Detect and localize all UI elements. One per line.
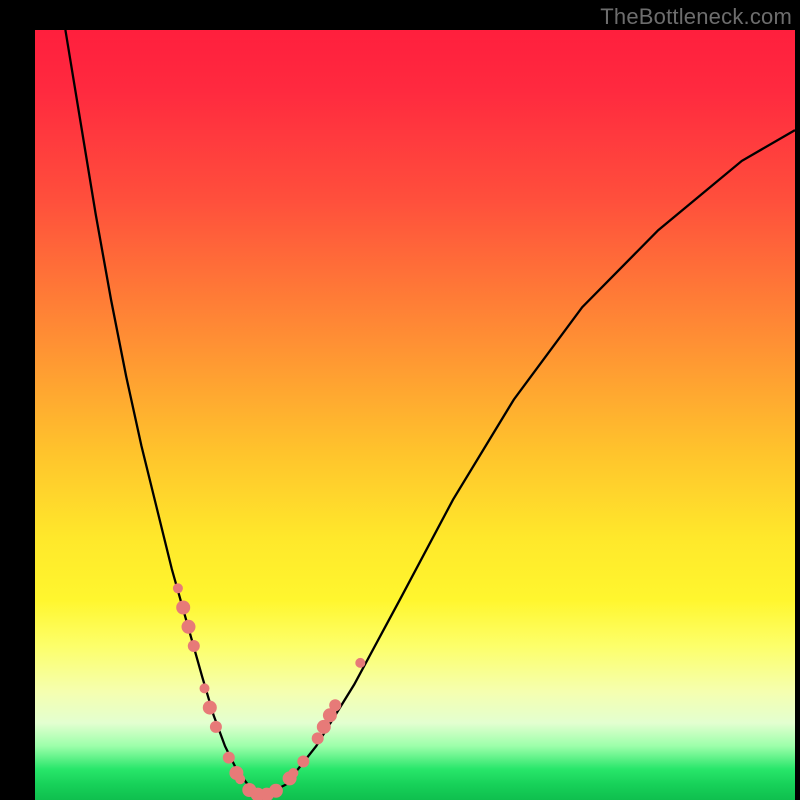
marker-dot xyxy=(288,768,298,778)
marker-dot xyxy=(203,701,217,715)
curve-svg xyxy=(35,30,795,800)
marker-dot xyxy=(269,784,283,798)
marker-dot xyxy=(235,774,245,784)
marker-dot xyxy=(223,752,235,764)
marker-dot xyxy=(200,683,210,693)
marker-dot xyxy=(173,583,183,593)
watermark-text: TheBottleneck.com xyxy=(600,4,792,30)
marker-dot xyxy=(176,601,190,615)
marker-dot xyxy=(329,699,341,711)
chart-frame: TheBottleneck.com xyxy=(0,0,800,800)
plot-area xyxy=(35,30,795,800)
marker-dot xyxy=(355,658,365,668)
marker-group xyxy=(173,583,365,800)
bottleneck-curve xyxy=(65,30,795,796)
marker-dot xyxy=(210,721,222,733)
marker-dot xyxy=(182,620,196,634)
marker-dot xyxy=(297,756,309,768)
marker-dot xyxy=(312,732,324,744)
marker-dot xyxy=(188,640,200,652)
